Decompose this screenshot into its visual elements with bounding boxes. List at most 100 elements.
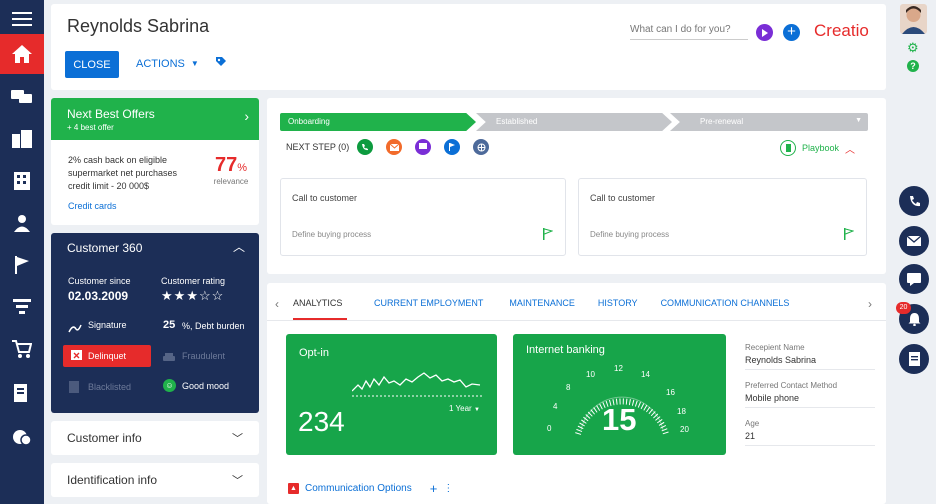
credit-cards-link[interactable]: Credit cards [68, 201, 117, 211]
actions-label: ACTIONS [136, 57, 185, 70]
identification-info-section[interactable]: Identification info ﹀ [51, 463, 259, 497]
collapse-icon[interactable]: ▲ [288, 483, 299, 494]
contact-icon[interactable] [0, 204, 44, 242]
stage-pre-renewal[interactable]: Pre-renewal ▼ [670, 113, 868, 131]
tag-icon[interactable] [215, 56, 227, 71]
flag-icon[interactable] [444, 139, 460, 155]
chevron-up-icon[interactable]: ︿ [845, 141, 855, 156]
help-icon[interactable]: ? [907, 60, 919, 72]
since-value: 02.03.2009 [68, 289, 129, 303]
stage-established[interactable]: Established [476, 113, 672, 131]
flag-icon[interactable] [844, 227, 855, 245]
caret-down-icon[interactable]: ▼ [855, 117, 862, 124]
chevron-right-icon[interactable]: › [244, 108, 249, 124]
mood-label: Good mood [182, 381, 230, 391]
building-icon[interactable] [0, 162, 44, 200]
caret-down-icon: ▼ [473, 407, 480, 413]
tab-maintenance[interactable]: MAINTENANCE [509, 298, 575, 320]
debt-label: %, Debt burden [182, 321, 245, 331]
chevron-down-icon[interactable]: ﹀ [232, 472, 243, 488]
tab-history[interactable]: HISTORY [598, 298, 638, 320]
star-icon: ★ [186, 288, 199, 303]
coins-icon[interactable] [0, 418, 44, 456]
tab-analytics[interactable]: ANALYTICS [293, 298, 347, 320]
tab-current-employment[interactable]: CURRENT EMPLOYMENT [374, 298, 483, 320]
nbo-header[interactable]: Next Best Offers + 4 best offer › [51, 98, 259, 140]
relevance-block: 77% relevance [208, 154, 254, 186]
flag-icon[interactable] [543, 227, 554, 245]
task-card[interactable]: Call to customer Define buying process [578, 178, 867, 256]
book-icon [780, 140, 796, 156]
message-icon[interactable] [415, 139, 431, 155]
star-icon: ★ [173, 288, 187, 303]
task-title: Call to customer [590, 193, 656, 203]
age-label: Age [745, 419, 760, 428]
left-navigation [0, 0, 44, 504]
avatar[interactable] [900, 4, 927, 34]
blacklisted-label: Blacklisted [88, 382, 132, 392]
star-icon: ★ [161, 288, 174, 303]
customer-info-label: Customer info [67, 431, 142, 445]
contact-method-value: Mobile phone [745, 393, 875, 408]
stage-label: Onboarding [288, 117, 330, 126]
delinquet-label: Delinquet [88, 351, 127, 361]
stage-onboarding[interactable]: Onboarding [280, 113, 476, 131]
optin-tile[interactable]: Opt-in 234 1 Year ▼ [286, 334, 497, 455]
gear-icon[interactable]: ⚙ [907, 40, 919, 56]
gauge-tick: 12 [614, 364, 623, 373]
cart-icon[interactable] [0, 330, 44, 368]
gauge-tick: 8 [566, 383, 571, 392]
task-card[interactable]: Call to customer Define buying process [280, 178, 566, 256]
relevance-percent: 77 [214, 154, 238, 176]
funnel-icon[interactable] [0, 288, 44, 326]
period-dropdown[interactable]: 1 Year ▼ [449, 404, 480, 413]
banking-value: 15 [602, 402, 637, 437]
gauge-tick: 20 [680, 425, 689, 434]
record-header: Reynolds Sabrina CLOSE ACTIONS ▼ What ca… [51, 4, 886, 90]
chat-icon[interactable] [0, 78, 44, 116]
customer-info-section[interactable]: Customer info ﹀ [51, 421, 259, 455]
stage-label: Pre-renewal [700, 117, 744, 126]
chevron-down-icon[interactable]: ﹀ [232, 430, 243, 446]
smile-icon: ☺ [163, 379, 176, 392]
communication-options-header[interactable]: ▲ Communication Options + ⋮ [288, 481, 453, 496]
phone-button[interactable] [899, 186, 929, 216]
chevron-left-icon[interactable]: ‹ [275, 297, 279, 311]
accounts-icon[interactable] [0, 120, 44, 158]
menu-icon[interactable] [0, 0, 44, 38]
play-icon[interactable] [756, 24, 773, 41]
add-icon[interactable]: + [430, 481, 438, 496]
stage-label: Established [496, 117, 538, 126]
flag-icon[interactable] [0, 246, 44, 284]
internet-banking-tile[interactable]: Internet banking 0 4 8 10 12 14 16 18 20… [513, 334, 726, 455]
chevron-up-icon[interactable]: ︿ [233, 238, 245, 255]
more-icon[interactable]: ⋮ [443, 483, 453, 494]
calendar-x-icon [71, 347, 82, 365]
task-title: Call to customer [292, 193, 358, 203]
document-button[interactable] [899, 344, 929, 374]
chat-button[interactable] [899, 264, 929, 294]
email-icon[interactable] [386, 139, 402, 155]
chevron-right-icon[interactable]: › [868, 297, 872, 311]
document-edit-icon[interactable] [0, 374, 44, 412]
optin-sparkline [352, 372, 482, 397]
tab-bar: ANALYTICS CURRENT EMPLOYMENT MAINTENANCE… [293, 298, 789, 320]
gauge-tick: 4 [553, 402, 558, 411]
notifications-count: 20 [896, 302, 911, 314]
stage-panel: Onboarding Established Pre-renewal ▼ NEX… [267, 98, 886, 274]
delinquet-badge: Delinquet [63, 345, 151, 367]
contact-method-label: Preferred Contact Method [745, 381, 838, 390]
car-icon [163, 350, 175, 368]
task-subtitle: Define buying process [292, 230, 372, 239]
globe-icon[interactable] [473, 139, 489, 155]
email-button[interactable] [899, 226, 929, 256]
playbook-button[interactable]: Playbook ︿ [780, 140, 855, 156]
phone-icon[interactable] [357, 139, 373, 155]
search-input[interactable]: What can I do for you? [630, 24, 748, 40]
close-button[interactable]: CLOSE [65, 51, 119, 78]
tab-communication-channels[interactable]: COMMUNICATION CHANNELS [661, 298, 790, 320]
home-icon[interactable] [0, 34, 44, 74]
nbo-title: Next Best Offers [67, 107, 155, 121]
add-icon[interactable]: + [783, 24, 800, 41]
actions-button[interactable]: ACTIONS ▼ [136, 56, 227, 71]
